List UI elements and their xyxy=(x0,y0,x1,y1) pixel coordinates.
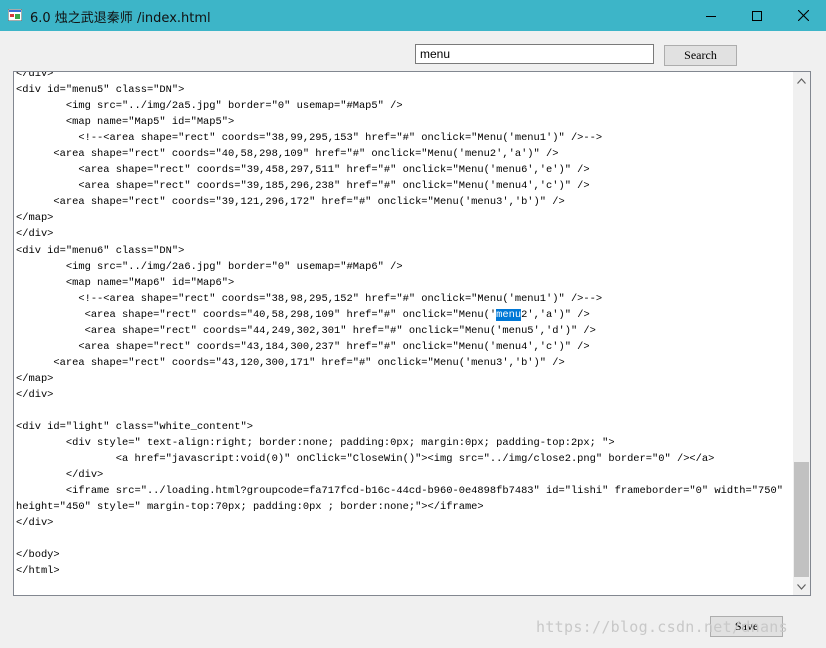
scrollbar-thumb[interactable] xyxy=(794,462,809,577)
search-button[interactable]: Search xyxy=(664,45,737,66)
search-input[interactable] xyxy=(415,44,654,64)
scroll-up-arrow-icon[interactable] xyxy=(793,72,810,89)
title-bar[interactable]: 6.0 烛之武退秦师 /index.html xyxy=(0,0,826,31)
close-icon xyxy=(797,10,809,21)
scroll-down-arrow-icon[interactable] xyxy=(793,578,810,595)
search-match-highlight: menu xyxy=(496,308,522,321)
code-line-highlighted: <area shape="rect" coords="40,58,298,109… xyxy=(16,308,590,321)
code-lines-before: </div> <div id="menu5" class="DN"> <img … xyxy=(16,71,603,305)
code-lines-after: <area shape="rect" coords="44,249,302,30… xyxy=(16,324,783,578)
code-editor[interactable]: </div> <div id="menu5" class="DN"> <img … xyxy=(13,71,811,596)
close-button[interactable] xyxy=(780,0,826,31)
code-text[interactable]: </div> <div id="menu5" class="DN"> <img … xyxy=(16,71,794,580)
maximize-button[interactable] xyxy=(734,0,780,31)
vertical-scrollbar[interactable] xyxy=(793,72,810,595)
minimize-icon xyxy=(706,15,716,17)
app-icon xyxy=(8,9,22,21)
watermark: https://blog.csdn.net/dnans xyxy=(536,618,788,636)
window-title: 6.0 烛之武退秦师 /index.html xyxy=(30,11,211,26)
minimize-button[interactable] xyxy=(688,0,734,31)
maximize-icon xyxy=(752,10,762,21)
